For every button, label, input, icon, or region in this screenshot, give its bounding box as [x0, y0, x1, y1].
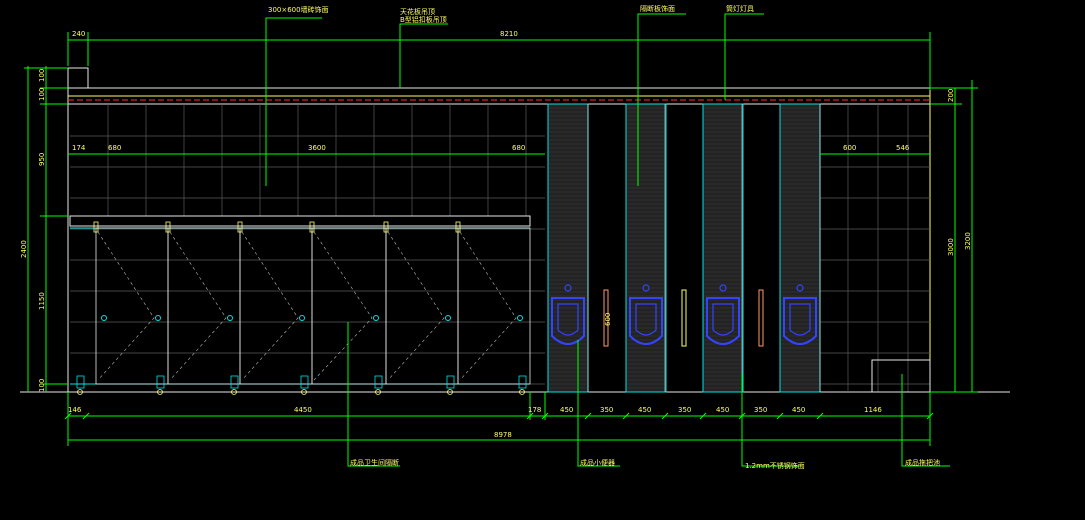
dim-left-5: 100	[38, 379, 46, 392]
dim-urinal-height: 600	[604, 313, 612, 326]
stainless-panel	[779, 103, 821, 393]
dim-bottom-segment: 350	[678, 406, 691, 414]
dim-bottom-total: 8978	[494, 431, 512, 439]
dim-right-main: 3000	[947, 238, 955, 256]
divider-screen	[681, 289, 687, 347]
divider-screen	[758, 289, 764, 347]
dim-right-top: 200	[947, 89, 955, 102]
dim-bottom-segment: 350	[754, 406, 767, 414]
dim-row-2: 680	[108, 144, 121, 152]
dim-bottom-segment: 146	[68, 406, 82, 414]
label-urinal: 成品小便器	[580, 458, 615, 467]
dim-bottom-segment: 178	[528, 406, 541, 414]
dim-top-total: 8210	[500, 30, 518, 38]
dimension-texts: 240 8210 100 100 950 1150 100 2400 200 3…	[20, 30, 972, 439]
label-ceiling-type: B型铝扣板吊顶	[400, 15, 447, 24]
dim-bottom-segment: 4450	[294, 406, 312, 414]
door-lock-icon	[299, 315, 305, 321]
door-lock-icon	[517, 315, 523, 321]
dim-left-1: 100	[38, 69, 46, 82]
wall-outline	[20, 67, 1010, 393]
dim-bottom-segment: 450	[638, 406, 651, 414]
label-ceiling: 天花板吊顶	[400, 7, 435, 16]
leader-lines	[265, 13, 950, 467]
dim-bottom-segment: 1146	[864, 406, 882, 414]
dim-row-5: 600	[843, 144, 856, 152]
label-wall-tile: 300×600墙砖饰面	[268, 5, 329, 14]
door-lock-icon	[227, 315, 233, 321]
door-lock-icon	[445, 315, 451, 321]
dim-left-4: 1150	[38, 292, 46, 310]
toilet-stall	[93, 221, 169, 385]
dim-bottom-segment: 350	[600, 406, 613, 414]
dim-bottom-segment: 450	[716, 406, 729, 414]
label-partition-board: 隔断板饰面	[640, 4, 675, 13]
dim-row-4: 680	[512, 144, 525, 152]
label-downlight: 筒灯灯具	[726, 4, 754, 13]
toilet-stall	[383, 221, 459, 385]
dim-row-6: 546	[896, 144, 910, 152]
dim-bottom-segment: 450	[560, 406, 573, 414]
dim-row-3: 3600	[308, 144, 326, 152]
door-lock-icon	[373, 315, 379, 321]
label-mop-basin: 成品拖把池	[905, 458, 940, 467]
dim-left-3: 950	[38, 153, 46, 166]
dim-right-total: 3200	[964, 232, 972, 250]
urinal-area	[547, 103, 821, 393]
annotation-labels: 300×600墙砖饰面 天花板吊顶 B型铝扣板吊顶 隔断板饰面 筒灯灯具 成品卫…	[268, 4, 940, 470]
dim-left-total: 2400	[20, 240, 28, 258]
stainless-panel	[547, 103, 589, 393]
mop-basin	[871, 359, 931, 393]
stainless-panel	[702, 103, 744, 393]
label-toilet-partition: 成品卫生间隔断	[350, 458, 399, 467]
cad-elevation-drawing: 300×600墙砖饰面 天花板吊顶 B型铝扣板吊顶 隔断板饰面 筒灯灯具 成品卫…	[20, 4, 1010, 470]
dim-top-offset: 240	[72, 30, 85, 38]
door-lock-icon	[101, 315, 107, 321]
label-stainless: 1.2mm不锈钢饰面	[745, 461, 805, 470]
dim-row-1: 174	[72, 144, 86, 152]
toilet-stall	[237, 221, 313, 385]
dim-left-2: 100	[38, 88, 46, 101]
dim-bottom-segment: 450	[792, 406, 805, 414]
toilet-stall	[455, 221, 531, 385]
door-lock-icon	[155, 315, 161, 321]
toilet-partition-area	[69, 215, 531, 395]
stainless-panel	[625, 103, 667, 393]
bottom-dimension-texts: 146 4450 178 450 350 450 350 450 350 450 1146	[68, 406, 882, 414]
toilet-stall	[165, 221, 241, 385]
